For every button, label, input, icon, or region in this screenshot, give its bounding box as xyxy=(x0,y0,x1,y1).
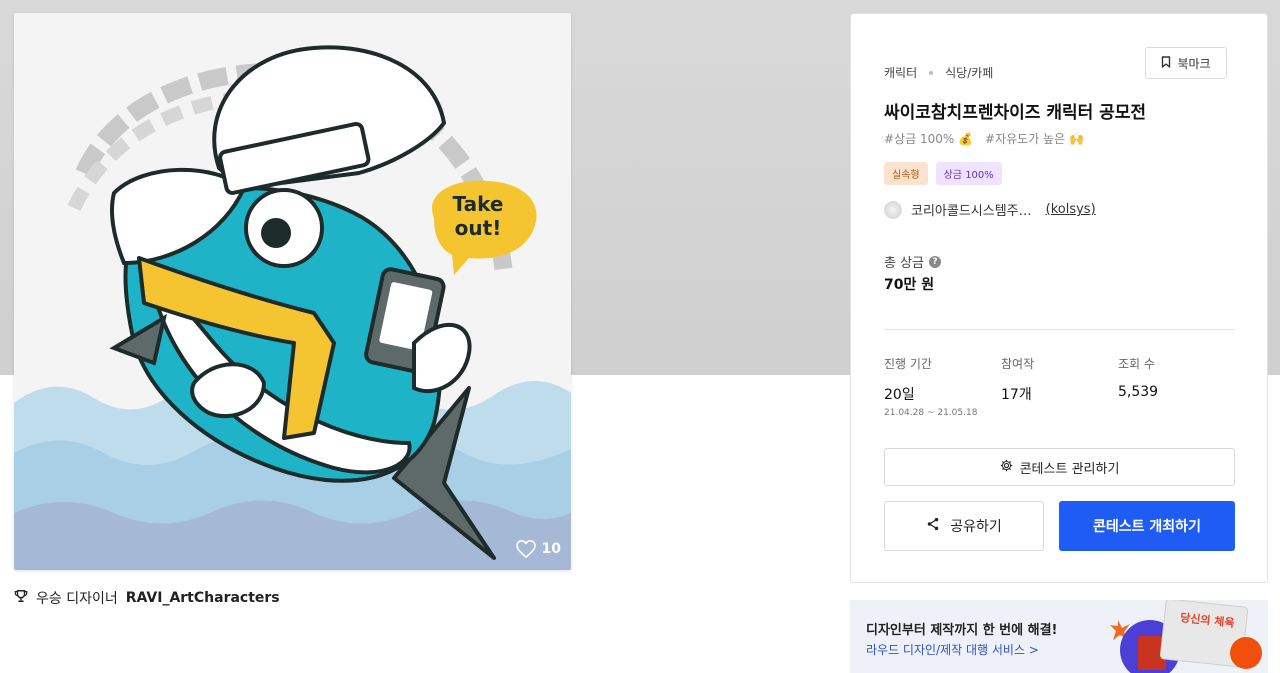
stat-label: 진행 기간 xyxy=(884,357,932,371)
stat-value: 20일 xyxy=(884,387,915,403)
stat-label: 참여작 xyxy=(1001,357,1035,371)
help-icon[interactable]: ? xyxy=(929,255,942,268)
winner-info: 우승 디자이너 RAVI_ArtCharacters xyxy=(14,588,280,608)
trophy-icon xyxy=(14,589,28,607)
contest-artwork[interactable]: Take out! 10 xyxy=(14,13,571,570)
heart-icon xyxy=(515,540,536,558)
contest-info-panel: 캐릭터 식당/카페 북마크 싸이코참치프렌차이즈 캐릭터 공모전 #상금 100… xyxy=(850,13,1268,583)
host-id[interactable]: (kolsys) xyxy=(1046,202,1096,217)
stat-views: 조회 수 5,539 xyxy=(1118,355,1235,418)
category-breadcrumb: 캐릭터 식당/카페 xyxy=(884,64,993,81)
winner-label: 우승 디자이너 xyxy=(36,591,118,607)
stat-date-range: 21.04.28 ~ 21.05.18 xyxy=(884,408,978,418)
promo-headline: 디자인부터 제작까지 한 번에 해결! xyxy=(866,623,1058,638)
badge-list: 실속형 상금 100% xyxy=(884,162,1002,185)
manage-contest-button[interactable]: 콘테스트 관리하기 xyxy=(884,448,1235,486)
like-counter[interactable]: 10 xyxy=(515,540,561,558)
stat-duration: 진행 기간 20일 21.04.28 ~ 21.05.18 xyxy=(884,355,1001,418)
share-button[interactable]: 공유하기 xyxy=(884,501,1044,551)
promo-banner[interactable]: 디자인부터 제작까지 한 번에 해결! 라우드 디자인/제작 대행 서비스 > … xyxy=(850,600,1268,673)
separator-dot xyxy=(929,70,934,75)
stat-value: 5,539 xyxy=(1118,384,1159,400)
hashtag[interactable]: #자유도가 높은 🙌 xyxy=(985,130,1084,147)
prize-label-text: 총 상금 xyxy=(884,256,925,271)
avatar xyxy=(884,200,902,219)
stat-value: 17개 xyxy=(1001,387,1032,403)
svg-text:out!: out! xyxy=(455,216,502,240)
host-info[interactable]: 코리아콜드시스템주… (kolsys) xyxy=(884,200,1096,219)
tuna-chef-illustration: Take out! xyxy=(14,13,571,570)
contest-title: 싸이코참치프렌차이즈 캐릭터 공모전 xyxy=(884,103,1147,123)
hashtag[interactable]: #상금 100% 💰 xyxy=(884,130,973,147)
stat-label: 조회 수 xyxy=(1118,357,1155,371)
contest-stats: 진행 기간 20일 21.04.28 ~ 21.05.18 참여작 17개 조회… xyxy=(884,355,1235,418)
like-count: 10 xyxy=(541,541,561,557)
svg-text:Take: Take xyxy=(453,192,504,216)
category-item[interactable]: 식당/카페 xyxy=(945,64,993,81)
stat-entries: 참여작 17개 xyxy=(1001,355,1118,418)
promo-link[interactable]: 라우드 디자인/제작 대행 서비스 > xyxy=(866,641,1039,658)
bookmark-icon xyxy=(1161,55,1171,71)
bookmark-button[interactable]: 북마크 xyxy=(1145,47,1227,79)
status-badge: 실속형 xyxy=(884,162,928,185)
winner-name[interactable]: RAVI_ArtCharacters xyxy=(126,590,280,606)
category-item[interactable]: 캐릭터 xyxy=(884,64,917,81)
host-contest-button[interactable]: 콘테스트 개최하기 xyxy=(1059,501,1235,551)
divider xyxy=(884,329,1235,330)
prize-label: 총 상금 ? xyxy=(884,252,942,271)
share-label: 공유하기 xyxy=(950,519,1002,535)
manage-contest-label: 콘테스트 관리하기 xyxy=(1019,461,1120,477)
prize-value: 70만 원 xyxy=(884,277,935,293)
bookmark-label: 북마크 xyxy=(1177,56,1211,71)
promo-illustration: 당신의 체육 xyxy=(1110,600,1262,673)
gear-icon xyxy=(1000,459,1013,476)
host-name: 코리아콜드시스템주… xyxy=(911,204,1032,219)
status-badge: 상금 100% xyxy=(935,162,1002,185)
hashtag-list: #상금 100% 💰 #자유도가 높은 🙌 xyxy=(884,130,1084,147)
share-icon xyxy=(926,517,940,535)
